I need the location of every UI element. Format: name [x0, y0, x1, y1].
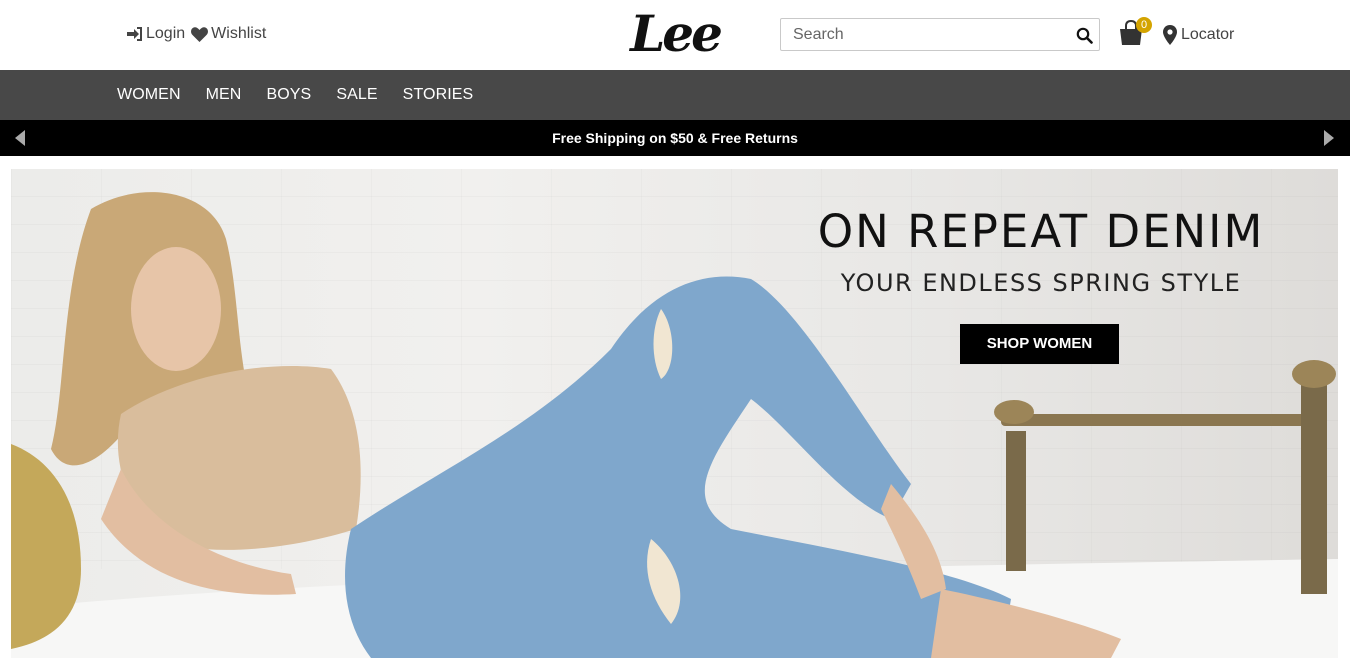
store-locator-link[interactable]: Locator: [1163, 25, 1234, 45]
login-label: Login: [146, 25, 186, 42]
sign-in-icon: [127, 27, 142, 41]
hero-title: ON REPEAT DENIM: [817, 205, 1265, 258]
map-marker-icon: [1163, 25, 1177, 45]
chevron-right-icon[interactable]: [1320, 129, 1338, 147]
promo-banner: Free Shipping on $50 & Free Returns: [0, 120, 1350, 156]
nav-item-stories[interactable]: STORIES: [403, 86, 474, 104]
locator-label: Locator: [1181, 26, 1235, 43]
search-icon[interactable]: [1076, 27, 1093, 44]
nav-item-women[interactable]: WOMEN: [117, 86, 181, 104]
nav-item-sale[interactable]: SALE: [336, 86, 377, 104]
shop-women-button[interactable]: SHOP WOMEN: [960, 324, 1119, 364]
search-box: [780, 18, 1100, 51]
nav-item-men[interactable]: MEN: [206, 86, 242, 104]
heart-icon: [191, 26, 209, 42]
hero-banner[interactable]: ON REPEAT DENIM YOUR ENDLESS SPRING STYL…: [11, 169, 1338, 658]
utility-links: Login Wishlist: [127, 25, 266, 43]
cart-button[interactable]: 0: [1118, 17, 1152, 48]
login-link[interactable]: Login: [127, 25, 185, 43]
brand-logo[interactable]: Lee: [622, 2, 728, 64]
site-header: Login Wishlist Lee 0 Locator: [0, 0, 1350, 70]
logo-text: Lee: [630, 3, 723, 63]
hero-subtitle: YOUR ENDLESS SPRING STYLE: [840, 269, 1242, 297]
cart-count-badge: 0: [1136, 17, 1152, 33]
promo-text[interactable]: Free Shipping on $50 & Free Returns: [0, 120, 1350, 156]
main-navigation: WOMEN MEN BOYS SALE STORIES: [0, 70, 1350, 120]
wishlist-label: Wishlist: [211, 25, 267, 42]
nav-item-boys[interactable]: BOYS: [266, 86, 311, 104]
wishlist-link[interactable]: Wishlist: [191, 25, 266, 43]
search-input[interactable]: [793, 23, 1063, 47]
